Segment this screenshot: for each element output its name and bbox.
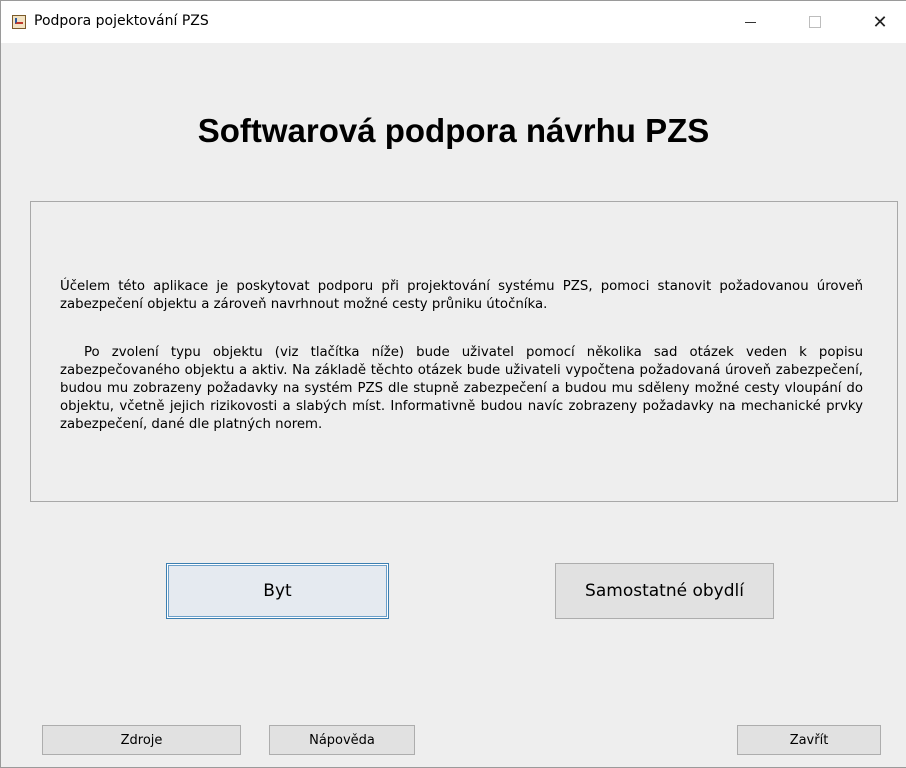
minimize-icon <box>744 21 756 23</box>
maximize-icon <box>809 16 821 28</box>
napoveda-button[interactable]: Nápověda <box>269 725 415 755</box>
samostatne-obydli-button[interactable]: Samostatné obydlí <box>555 563 774 619</box>
byt-button[interactable]: Byt <box>166 563 389 619</box>
maximize-button[interactable] <box>792 1 838 43</box>
title-bar[interactable]: Podpora pojektování PZS ✕ <box>1 1 906 43</box>
description-paragraph-purpose: Účelem této aplikace je poskytovat podpo… <box>60 279 863 312</box>
app-window: Podpora pojektování PZS ✕ Softwarová pod… <box>0 0 906 768</box>
window-title: Podpora pojektování PZS <box>34 13 209 29</box>
minimize-button[interactable] <box>727 1 773 43</box>
zdroje-button[interactable]: Zdroje <box>42 725 241 755</box>
close-button[interactable]: ✕ <box>857 1 903 43</box>
java-cup-icon <box>12 15 26 29</box>
page-title: Softwarová podpora návrhu PZS <box>197 112 710 149</box>
description-paragraph-usage: Po zvolení typu objektu (viz tlačítka ní… <box>60 345 863 432</box>
zavrit-button[interactable]: Zavřít <box>737 725 881 755</box>
description-panel: Účelem této aplikace je poskytovat podpo… <box>30 201 898 502</box>
close-icon: ✕ <box>872 11 888 33</box>
